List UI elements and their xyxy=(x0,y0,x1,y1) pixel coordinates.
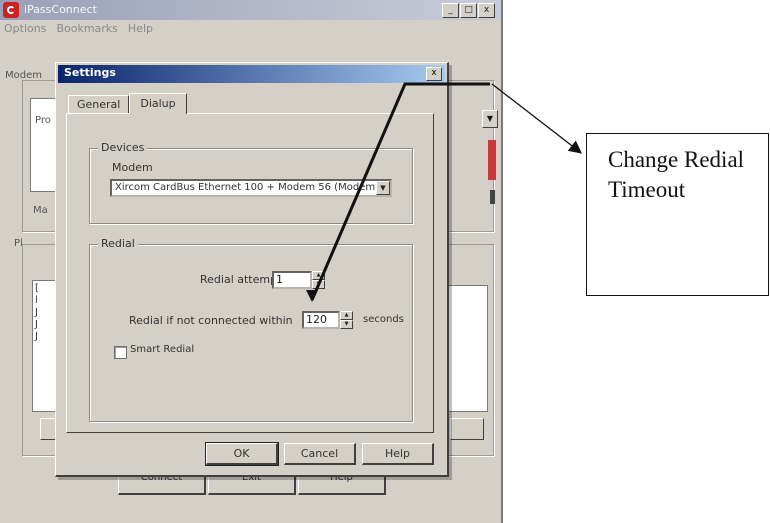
dialog-tabs: General Dialup xyxy=(68,93,187,114)
spin-up-icon[interactable]: ▲ xyxy=(340,311,353,320)
callout-text: Change Redial Timeout xyxy=(608,147,745,202)
dialog-title: Settings xyxy=(64,66,116,79)
bg-dark-indicator xyxy=(490,190,495,204)
bg-label-ma: Ma xyxy=(33,205,48,216)
dialog-titlebar[interactable]: Settings x xyxy=(58,65,445,83)
redial-attempts-input[interactable]: 1 xyxy=(272,271,312,289)
menu-options[interactable]: Options xyxy=(4,20,46,38)
bg-list-right xyxy=(446,285,488,412)
spin-down-icon[interactable]: ▼ xyxy=(312,280,325,289)
devices-groupbox: Devices Modem Xircom CardBus Ethernet 10… xyxy=(89,141,413,224)
close-icon[interactable]: x xyxy=(478,3,495,18)
spin-up-icon[interactable]: ▲ xyxy=(312,271,325,280)
tab-general[interactable]: General xyxy=(68,95,130,113)
bg-red-indicator xyxy=(488,140,496,180)
tab-dialup[interactable]: Dialup xyxy=(129,93,187,114)
spin-down-icon[interactable]: ▼ xyxy=(340,320,353,329)
background-titlebar: iPassConnect _ □ x xyxy=(0,0,501,20)
menu-bookmarks[interactable]: Bookmarks xyxy=(56,20,117,38)
cancel-button[interactable]: Cancel xyxy=(284,443,356,465)
redial-timeout-input[interactable]: 120 xyxy=(302,311,340,329)
chevron-down-icon[interactable]: ▼ xyxy=(376,181,390,195)
maximize-icon[interactable]: □ xyxy=(460,3,477,18)
help-button[interactable]: Help xyxy=(362,443,434,465)
redial-timeout-label: Redial if not connected within xyxy=(129,314,293,327)
menu-help[interactable]: Help xyxy=(128,20,153,38)
redial-groupbox: Redial Redial attempts 1 ▲ ▼ Redial if n… xyxy=(89,237,413,422)
modem-select[interactable]: Xircom CardBus Ethernet 100 + Modem 56 (… xyxy=(110,179,392,197)
ok-button[interactable]: OK xyxy=(205,442,279,466)
bg-label-pro: Pro xyxy=(35,115,51,126)
smart-redial-checkbox[interactable] xyxy=(114,346,127,359)
close-icon[interactable]: x xyxy=(426,67,442,81)
callout-arrow-line xyxy=(491,83,583,154)
callout-box: Change Redial Timeout xyxy=(586,133,769,296)
devices-legend: Devices xyxy=(98,141,148,154)
minimize-icon[interactable]: _ xyxy=(442,3,459,18)
dialup-tab-panel: Devices Modem Xircom CardBus Ethernet 10… xyxy=(66,113,434,433)
redial-legend: Redial xyxy=(98,237,138,250)
bg-chevron-down-icon[interactable]: ▼ xyxy=(482,110,498,128)
redial-timeout-spinner[interactable]: ▲ ▼ xyxy=(340,311,353,329)
ipass-logo-icon xyxy=(3,2,19,18)
smart-redial-label: Smart Redial xyxy=(130,344,195,355)
modem-select-value: Xircom CardBus Ethernet 100 + Modem 56 (… xyxy=(115,182,382,193)
background-menubar: Options Bookmarks Help xyxy=(0,20,153,38)
modem-label: Modem xyxy=(112,161,153,174)
settings-dialog: Settings x General Dialup Devices Modem … xyxy=(55,62,449,477)
background-window-title: iPassConnect xyxy=(24,3,97,16)
bg-small-button[interactable] xyxy=(450,418,484,440)
redial-timeout-unit: seconds xyxy=(363,314,404,325)
redial-attempts-spinner[interactable]: ▲ ▼ xyxy=(312,271,325,289)
